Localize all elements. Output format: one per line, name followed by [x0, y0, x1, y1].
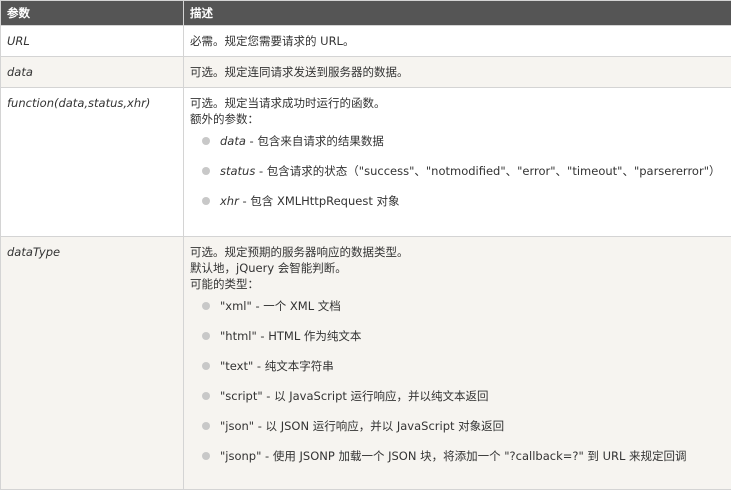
description-line: 必需。规定您需要请求的 URL。 — [190, 34, 355, 48]
header-description: 描述 — [183, 0, 731, 26]
list-item: "jsonp" - 使用 JSONP 加载一个 JSON 块，将添加一个 "?c… — [202, 448, 725, 478]
description-line: 可选。规定连同请求发送到服务器的数据。 — [190, 65, 409, 79]
parameter-table: 参数 描述 URL 必需。规定您需要请求的 URL。 data 可选。规定连同请… — [0, 0, 731, 490]
bullet-icon — [202, 137, 210, 145]
param-description: 可选。规定连同请求发送到服务器的数据。 — [183, 56, 731, 88]
param-name: URL — [0, 25, 184, 57]
list-item: data - 包含来自请求的结果数据 — [202, 133, 725, 163]
option-desc: - 包含来自请求的结果数据 — [245, 134, 384, 148]
table-row: dataType 可选。规定预期的服务器响应的数据类型。 默认地，jQuery … — [0, 236, 731, 490]
bullet-icon — [202, 197, 210, 205]
table-row: URL 必需。规定您需要请求的 URL。 — [0, 25, 731, 57]
option-list: data - 包含来自请求的结果数据 status - 包含请求的状态（"suc… — [190, 133, 725, 223]
option-text: "text" - 纯文本字符串 — [220, 359, 334, 373]
list-item: status - 包含请求的状态（"success"、"notmodified"… — [202, 163, 725, 193]
table-row: function(data,status,xhr) 可选。规定当请求成功时运行的… — [0, 87, 731, 237]
bullet-icon — [202, 422, 210, 430]
description-line: 可选。规定预期的服务器响应的数据类型。 — [190, 245, 409, 259]
list-item: "text" - 纯文本字符串 — [202, 358, 725, 388]
param-description: 必需。规定您需要请求的 URL。 — [183, 25, 731, 57]
list-item: "xml" - 一个 XML 文档 — [202, 298, 725, 328]
option-desc: - 包含请求的状态（"success"、"notmodified"、"error… — [255, 164, 721, 178]
bullet-icon — [202, 167, 210, 175]
description-line: 可能的类型： — [190, 277, 259, 291]
description-line: 可选。规定当请求成功时运行的函数。 — [190, 96, 386, 110]
list-item: "html" - HTML 作为纯文本 — [202, 328, 725, 358]
param-name: dataType — [0, 236, 184, 490]
option-desc: - 包含 XMLHttpRequest 对象 — [238, 194, 400, 208]
option-term: xhr — [220, 194, 239, 208]
param-description: 可选。规定预期的服务器响应的数据类型。 默认地，jQuery 会智能判断。 可能… — [183, 236, 731, 490]
option-text: "json" - 以 JSON 运行响应，并以 JavaScript 对象返回 — [220, 419, 505, 433]
description-line: 默认地，jQuery 会智能判断。 — [190, 261, 347, 275]
param-name: data — [0, 56, 184, 88]
list-item: "json" - 以 JSON 运行响应，并以 JavaScript 对象返回 — [202, 418, 725, 448]
table-header-row: 参数 描述 — [0, 0, 731, 26]
option-text: "script" - 以 JavaScript 运行响应，并以纯文本返回 — [220, 389, 489, 403]
option-text: "xml" - 一个 XML 文档 — [220, 299, 341, 313]
list-item: "script" - 以 JavaScript 运行响应，并以纯文本返回 — [202, 388, 725, 418]
header-param: 参数 — [0, 0, 184, 26]
option-term: data — [220, 134, 246, 148]
bullet-icon — [202, 362, 210, 370]
bullet-icon — [202, 452, 210, 460]
table-row: data 可选。规定连同请求发送到服务器的数据。 — [0, 56, 731, 88]
bullet-icon — [202, 392, 210, 400]
option-list: "xml" - 一个 XML 文档 "html" - HTML 作为纯文本 "t… — [190, 298, 725, 478]
param-description: 可选。规定当请求成功时运行的函数。 额外的参数： data - 包含来自请求的结… — [183, 87, 731, 237]
option-text: "jsonp" - 使用 JSONP 加载一个 JSON 块，将添加一个 "?c… — [220, 449, 687, 463]
bullet-icon — [202, 302, 210, 310]
bullet-icon — [202, 332, 210, 340]
option-term: status — [220, 164, 256, 178]
option-text: "html" - HTML 作为纯文本 — [220, 329, 362, 343]
list-item: xhr - 包含 XMLHttpRequest 对象 — [202, 193, 725, 223]
param-name: function(data,status,xhr) — [0, 87, 184, 237]
description-line: 额外的参数： — [190, 112, 259, 126]
